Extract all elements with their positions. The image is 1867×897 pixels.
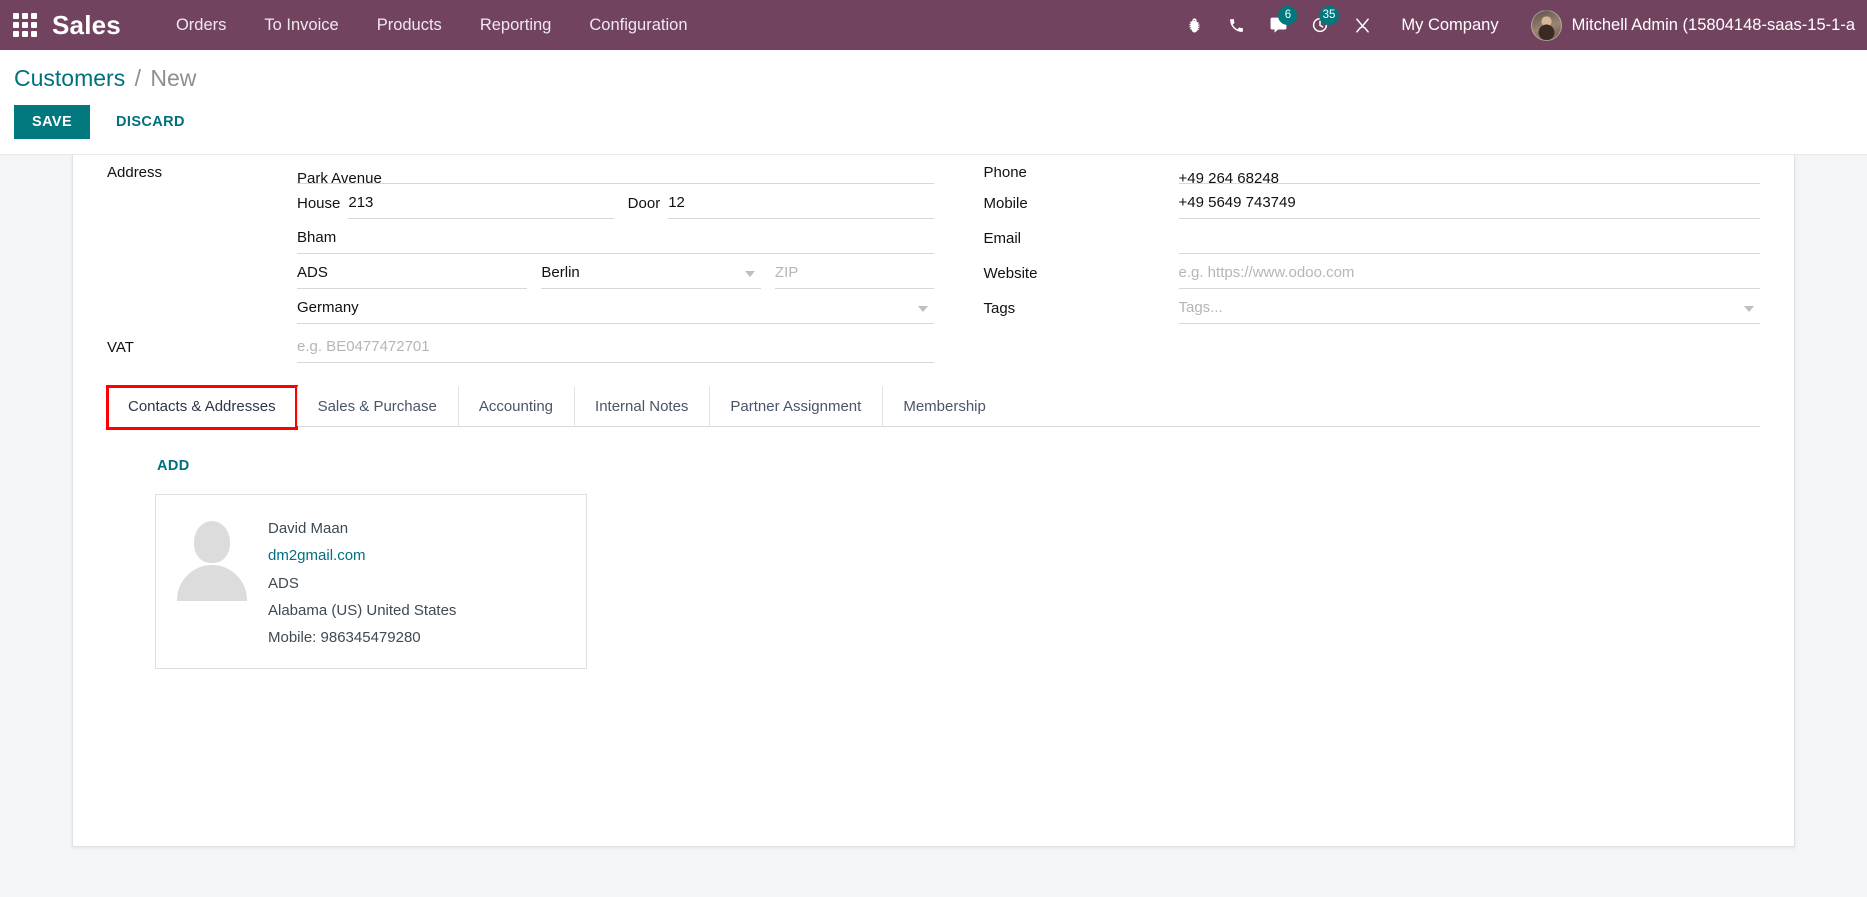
- tab-contacts-addresses[interactable]: Contacts & Addresses: [106, 385, 298, 430]
- bug-icon[interactable]: [1173, 0, 1215, 50]
- vat-label: VAT: [107, 339, 134, 356]
- add-contact-button[interactable]: ADD: [157, 458, 190, 474]
- city-input[interactable]: ADS: [297, 258, 528, 289]
- city-state-zip-row: ADS Berlin ZIP: [107, 254, 934, 289]
- city-spacer: [107, 282, 297, 289]
- chevron-down-icon: [1744, 306, 1754, 312]
- app-brand-sales[interactable]: Sales: [52, 12, 121, 38]
- contact-avatar-placeholder-icon: [170, 517, 254, 601]
- contact-name: David Maan: [268, 520, 349, 537]
- country-spacer: [107, 317, 297, 324]
- email-label: Email: [983, 230, 1022, 247]
- address-row-clipped: Address Park Avenue: [107, 155, 934, 184]
- phone-icon[interactable]: [1215, 0, 1257, 50]
- contact-email[interactable]: dm2gmail.com: [268, 544, 456, 568]
- top-navbar: Sales Orders To Invoice Products Reporti…: [0, 0, 1867, 50]
- menu-item-to-invoice[interactable]: To Invoice: [245, 1, 357, 50]
- contact-card-list: David Maan dm2gmail.com ADS Alabama (US)…: [141, 494, 1726, 670]
- tags-input[interactable]: Tags...: [1178, 293, 1760, 324]
- website-input[interactable]: e.g. https://www.odoo.com: [1178, 258, 1760, 289]
- control-panel: Customers / New SAVE DISCARD: [0, 50, 1867, 155]
- navbar-right-group: 6 35 My Company Mitchell Admin (15804148…: [1173, 0, 1867, 50]
- menu-item-orders[interactable]: Orders: [157, 1, 245, 50]
- door-label: Door: [627, 195, 661, 212]
- messages-badge: 6: [1278, 6, 1298, 25]
- zip-input[interactable]: ZIP: [774, 258, 934, 289]
- street2-input[interactable]: Bham: [297, 223, 934, 254]
- tab-partner-assignment[interactable]: Partner Assignment: [709, 386, 882, 426]
- user-name: Mitchell Admin (15804148-saas-15-1-a: [1571, 15, 1855, 34]
- phone-row-clipped: Phone +49 264 68248: [983, 155, 1760, 184]
- messages-icon[interactable]: 6: [1257, 0, 1299, 50]
- tags-placeholder-text: Tags...: [1178, 299, 1223, 316]
- form-column-right: Phone +49 264 68248 Mobile +49 5649 7437…: [934, 155, 1760, 363]
- tab-accounting[interactable]: Accounting: [457, 386, 574, 426]
- form-sheet: Address Park Avenue House 213 Door 12 Bh…: [72, 155, 1795, 847]
- contact-location: Alabama (US) United States: [268, 601, 457, 619]
- house-door-spacer: [107, 212, 297, 219]
- notebook-tabs: Contacts & Addresses Sales & Purchase Ac…: [106, 385, 1760, 430]
- chevron-down-icon: [744, 271, 755, 277]
- tab-sales-purchase[interactable]: Sales & Purchase: [296, 386, 458, 426]
- mobile-input[interactable]: +49 5649 743749: [1178, 188, 1760, 219]
- apps-grid-icon[interactable]: [12, 12, 38, 38]
- company-switcher[interactable]: My Company: [1383, 16, 1516, 35]
- state-value: Berlin: [541, 264, 580, 281]
- mobile-row: Mobile +49 5649 743749: [983, 184, 1760, 219]
- tags-label: Tags: [983, 300, 1016, 317]
- discard-button[interactable]: DISCARD: [98, 105, 203, 139]
- country-row: Germany: [107, 289, 934, 324]
- house-door-row: House 213 Door 12: [107, 184, 934, 219]
- tags-row: Tags Tags...: [983, 289, 1760, 324]
- vat-row: VAT e.g. BE0477472701: [107, 328, 934, 363]
- record-action-buttons: SAVE DISCARD: [14, 105, 1867, 140]
- address-label: Address: [107, 167, 163, 181]
- contact-details: David Maan dm2gmail.com ADS Alabama (US)…: [268, 513, 456, 650]
- menu-item-configuration[interactable]: Configuration: [570, 1, 706, 50]
- menu-item-products[interactable]: Products: [358, 1, 461, 50]
- breadcrumb: Customers / New: [14, 65, 1867, 91]
- user-menu[interactable]: Mitchell Admin (15804148-saas-15-1-a: [1517, 9, 1867, 41]
- vat-input[interactable]: e.g. BE0477472701: [297, 332, 934, 363]
- breadcrumb-customers[interactable]: Customers: [14, 65, 125, 91]
- notebook: Contacts & Addresses Sales & Purchase Ac…: [73, 385, 1794, 670]
- phone-input[interactable]: +49 264 68248: [1178, 167, 1760, 184]
- country-value: Germany: [297, 299, 359, 316]
- breadcrumb-current: New: [150, 65, 197, 91]
- street-input[interactable]: Park Avenue: [297, 167, 934, 184]
- contact-mobile: Mobile: 986345479280: [268, 629, 421, 647]
- chevron-down-icon: [917, 306, 928, 312]
- email-input[interactable]: [1178, 223, 1760, 254]
- mobile-label: Mobile: [983, 195, 1028, 212]
- tab-internal-notes[interactable]: Internal Notes: [574, 386, 709, 426]
- menu-item-reporting[interactable]: Reporting: [461, 1, 571, 50]
- form-column-left: Address Park Avenue House 213 Door 12 Bh…: [107, 155, 934, 363]
- contacts-addresses-panel: ADD David Maan dm2gmail.com ADS Alabama …: [107, 427, 1760, 670]
- house-label: House: [297, 195, 341, 212]
- house-input[interactable]: 213: [348, 188, 614, 219]
- avatar: [1530, 9, 1562, 41]
- activities-badge: 35: [1318, 6, 1340, 25]
- form-grid: Address Park Avenue House 213 Door 12 Bh…: [73, 155, 1794, 363]
- website-row: Website e.g. https://www.odoo.com: [983, 254, 1760, 289]
- main-menu: Orders To Invoice Products Reporting Con…: [157, 1, 707, 50]
- tab-label: Contacts & Addresses: [128, 398, 276, 415]
- tools-wrench-icon[interactable]: [1341, 0, 1383, 50]
- website-label: Website: [983, 265, 1038, 282]
- door-input[interactable]: 12: [668, 188, 934, 219]
- state-select[interactable]: Berlin: [541, 258, 761, 289]
- form-view-area: Address Park Avenue House 213 Door 12 Bh…: [0, 155, 1867, 897]
- street2-row: Bham: [107, 219, 934, 254]
- tab-membership[interactable]: Membership: [882, 386, 1007, 426]
- save-button[interactable]: SAVE: [14, 105, 91, 140]
- breadcrumb-separator: /: [134, 65, 141, 91]
- email-row: Email: [983, 219, 1760, 254]
- street2-spacer: [107, 247, 297, 254]
- phone-label: Phone: [983, 167, 1027, 181]
- country-select[interactable]: Germany: [297, 293, 934, 324]
- activities-clock-icon[interactable]: 35: [1299, 0, 1341, 50]
- contact-city: ADS: [268, 574, 299, 592]
- contact-card[interactable]: David Maan dm2gmail.com ADS Alabama (US)…: [155, 494, 587, 670]
